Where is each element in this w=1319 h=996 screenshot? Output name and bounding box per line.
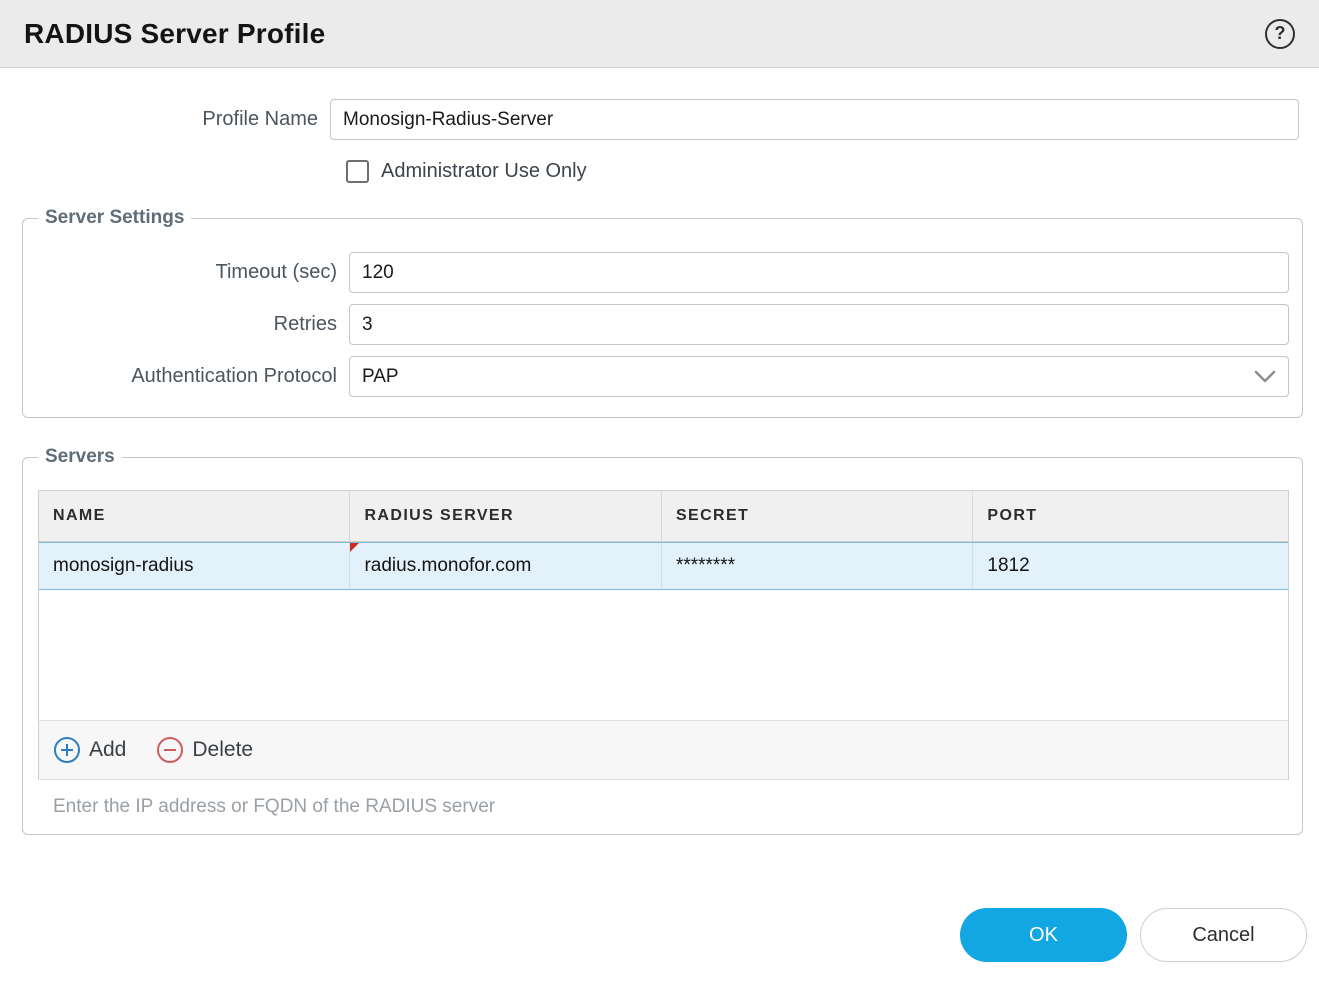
server-hint-text: Enter the IP address or FQDN of the RADI… bbox=[53, 796, 1289, 818]
add-icon bbox=[53, 736, 81, 764]
table-row[interactable]: monosign-radius radius.monofor.com *****… bbox=[39, 542, 1288, 590]
auth-protocol-row: Authentication Protocol PAP bbox=[23, 356, 1289, 397]
timeout-row: Timeout (sec) bbox=[23, 252, 1289, 293]
auth-protocol-value: PAP bbox=[362, 366, 399, 388]
column-header-secret[interactable]: SECRET bbox=[662, 491, 973, 541]
chevron-down-icon bbox=[1254, 370, 1276, 384]
servers-legend: Servers bbox=[38, 446, 122, 468]
dialog-header: RADIUS Server Profile ? bbox=[0, 0, 1319, 68]
servers-table-header: NAME RADIUS SERVER SECRET PORT bbox=[39, 491, 1288, 542]
timeout-input[interactable] bbox=[349, 252, 1289, 293]
timeout-label: Timeout (sec) bbox=[23, 261, 349, 284]
delete-button[interactable]: Delete bbox=[156, 736, 253, 764]
servers-table: NAME RADIUS SERVER SECRET PORT monosign-… bbox=[38, 490, 1289, 780]
ok-button[interactable]: OK bbox=[960, 908, 1127, 962]
servers-body: NAME RADIUS SERVER SECRET PORT monosign-… bbox=[38, 490, 1289, 818]
admin-use-only-checkbox[interactable] bbox=[346, 160, 369, 183]
profile-name-row: Profile Name bbox=[0, 99, 1299, 140]
cell-edited-marker-icon bbox=[350, 543, 359, 552]
servers-group: Servers NAME RADIUS SERVER SECRET PORT m… bbox=[22, 446, 1303, 835]
profile-name-input[interactable] bbox=[330, 99, 1299, 140]
admin-use-only-row: Administrator Use Only bbox=[346, 160, 1319, 183]
add-button[interactable]: Add bbox=[53, 736, 126, 764]
dialog-footer: OK Cancel bbox=[0, 908, 1307, 962]
delete-icon bbox=[156, 736, 184, 764]
cell-port[interactable]: 1812 bbox=[973, 543, 1288, 589]
server-settings-group: Server Settings Timeout (sec) Retries Au… bbox=[22, 207, 1303, 418]
auth-protocol-select[interactable]: PAP bbox=[349, 356, 1289, 397]
cell-radius-server-text: radius.monofor.com bbox=[364, 555, 531, 577]
page-title: RADIUS Server Profile bbox=[24, 18, 325, 50]
retries-row: Retries bbox=[23, 304, 1289, 345]
column-header-name[interactable]: NAME bbox=[39, 491, 350, 541]
auth-protocol-label: Authentication Protocol bbox=[23, 365, 349, 388]
column-header-radius-server[interactable]: RADIUS SERVER bbox=[350, 491, 661, 541]
server-settings-legend: Server Settings bbox=[38, 207, 191, 229]
cell-name[interactable]: monosign-radius bbox=[39, 543, 350, 589]
help-icon[interactable]: ? bbox=[1265, 19, 1295, 49]
cancel-button[interactable]: Cancel bbox=[1140, 908, 1307, 962]
add-button-label: Add bbox=[89, 738, 126, 762]
retries-label: Retries bbox=[23, 313, 349, 336]
radius-server-profile-dialog: RADIUS Server Profile ? Profile Name Adm… bbox=[0, 0, 1319, 962]
retries-input[interactable] bbox=[349, 304, 1289, 345]
column-header-port[interactable]: PORT bbox=[973, 491, 1288, 541]
cell-radius-server[interactable]: radius.monofor.com bbox=[350, 543, 661, 589]
cell-secret[interactable]: ******** bbox=[662, 543, 973, 589]
delete-button-label: Delete bbox=[192, 738, 253, 762]
profile-name-label: Profile Name bbox=[0, 108, 330, 131]
table-empty-area bbox=[39, 590, 1288, 720]
admin-use-only-label: Administrator Use Only bbox=[381, 160, 587, 183]
servers-table-footer: Add Delete bbox=[39, 720, 1288, 780]
